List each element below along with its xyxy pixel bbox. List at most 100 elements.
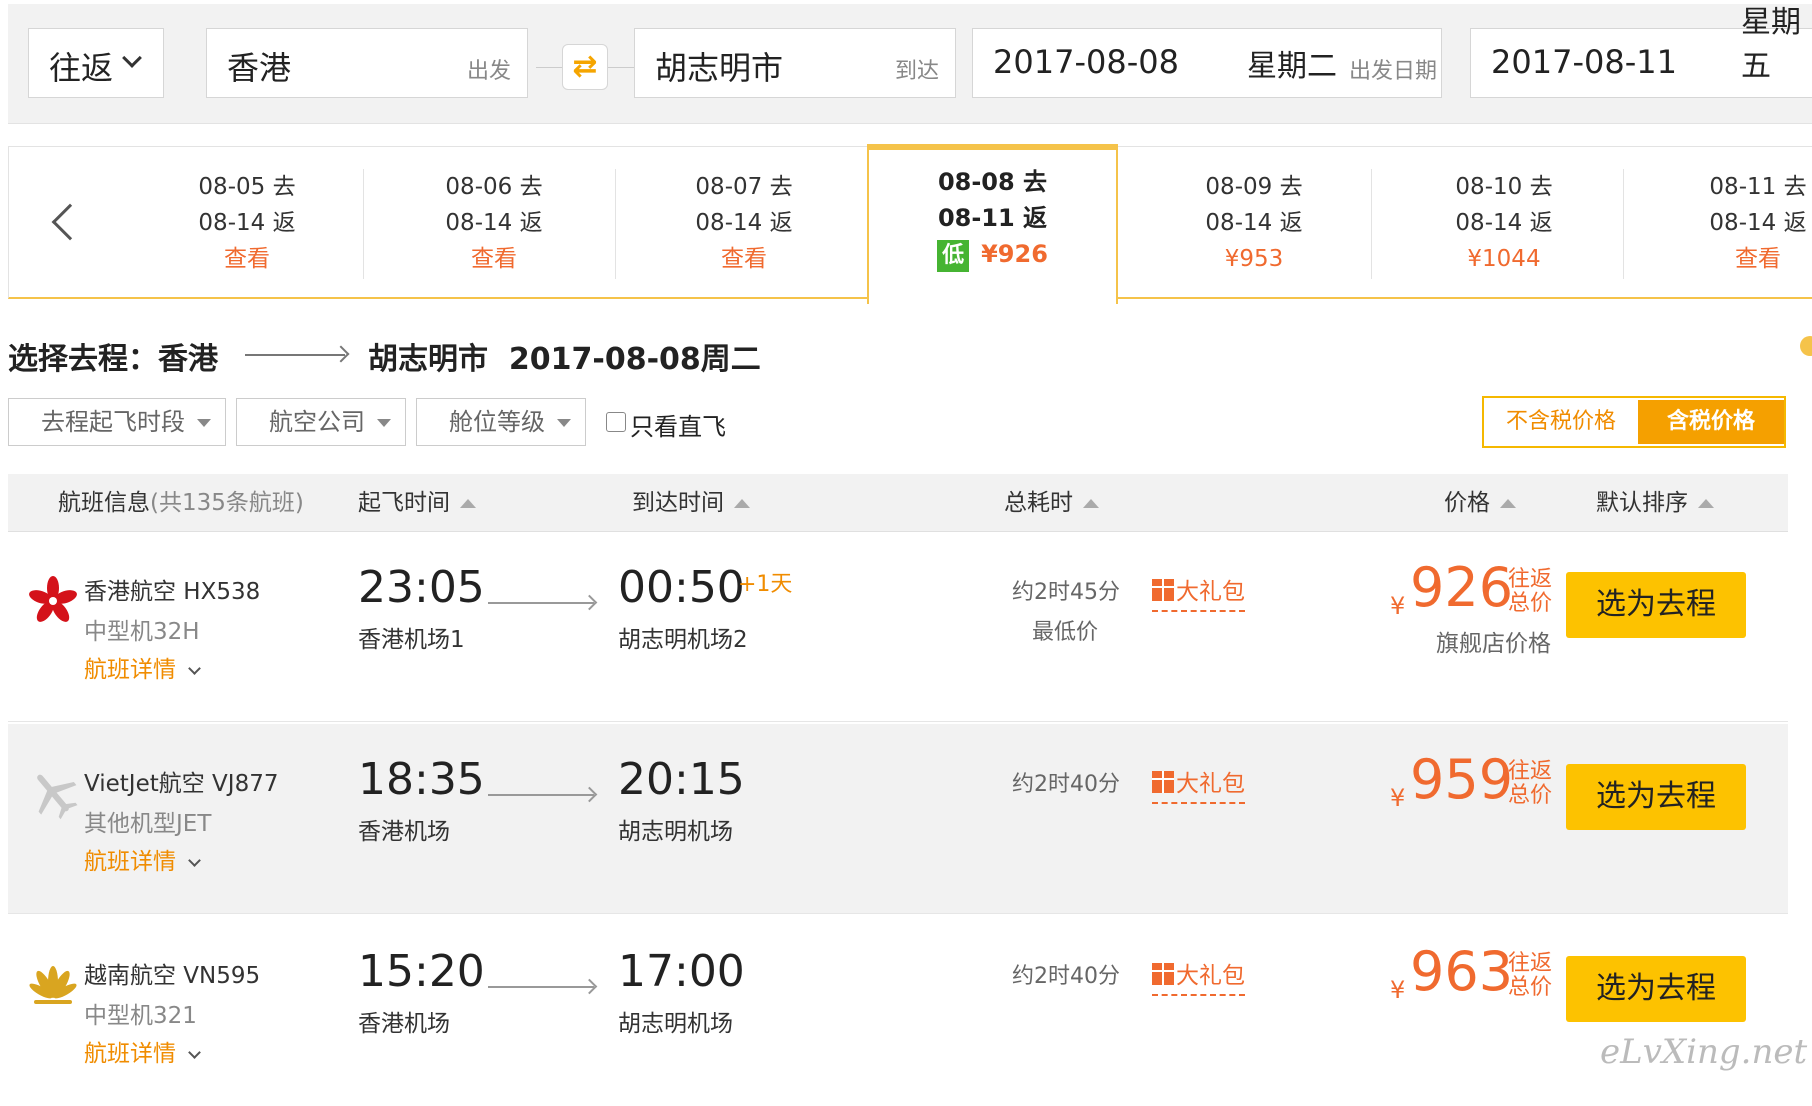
flight-detail-link[interactable]: 航班详情 <box>84 650 201 684</box>
airline-name: VietJet航空 VJ877 <box>84 771 279 797</box>
table-row: 香港航空 HX538 中型机32H 航班详情 23:05 香港机场1 00:50… <box>8 532 1788 722</box>
gift-pack-link[interactable]: 大礼包 <box>1152 572 1245 612</box>
table-header: 航班信息(共135条航班) 起飞时间 到达时间 总耗时 价格 默认排序 <box>8 474 1788 532</box>
from-city-input[interactable]: 香港 出发 <box>206 28 528 98</box>
route-from: 香港 <box>158 342 218 377</box>
lotus-logo-icon <box>29 966 77 1004</box>
date-cell-selected[interactable]: 08-08 去 08-11 返 低 ¥926 <box>867 144 1118 304</box>
currency-symbol: ¥ <box>1390 592 1406 620</box>
route-prefix: 选择去程： <box>8 342 158 377</box>
date-cell[interactable]: 08-05 去 08-14 返 查看 <box>137 147 357 300</box>
from-city-value: 香港 <box>227 49 292 87</box>
gift-pack-link[interactable]: 大礼包 <box>1152 764 1245 804</box>
sort-icon <box>734 499 750 508</box>
arrive-airport: 胡志明机场 <box>618 819 733 845</box>
tax-excluded-option[interactable]: 不含税价格 <box>1484 398 1638 446</box>
chevron-down-icon <box>122 48 142 68</box>
duration: 约2时40分 <box>1012 964 1120 989</box>
to-city-value: 胡志明市 <box>655 49 784 87</box>
depart-weekday: 星期二 <box>1247 49 1337 84</box>
flight-detail-link[interactable]: 航班详情 <box>84 842 201 876</box>
lowest-price-label: 最低价 <box>1032 620 1099 645</box>
direct-only-label[interactable]: 只看直飞 <box>630 407 726 442</box>
date-back: 08-14 返 <box>1709 210 1807 236</box>
to-city-input[interactable]: 胡志明市 到达 <box>634 28 956 98</box>
round-trip-total-tag: 往返总价 <box>1508 567 1553 616</box>
header-price[interactable]: 价格 <box>1444 474 1516 532</box>
plane-type: 中型机32H <box>84 619 200 645</box>
header-info-label: 航班信息 <box>58 490 150 516</box>
header-default-sort[interactable]: 默认排序 <box>1596 474 1714 532</box>
chevron-left-icon[interactable] <box>51 203 89 241</box>
select-outbound-button[interactable]: 选为去程 <box>1566 764 1746 830</box>
tax-included-option[interactable]: 含税价格 <box>1638 400 1784 444</box>
divider <box>615 169 616 279</box>
gift-icon <box>1152 579 1174 601</box>
to-label: 到达 <box>894 59 939 84</box>
select-outbound-button[interactable]: 选为去程 <box>1566 956 1746 1022</box>
arrive-airport: 胡志明机场 <box>618 1011 733 1037</box>
gift-label: 大礼包 <box>1176 963 1245 989</box>
currency-symbol: ¥ <box>1390 976 1406 1004</box>
date-cell[interactable]: 08-10 去 08-14 返 ¥1044 <box>1379 147 1629 300</box>
day-plus: +1天 <box>738 572 793 597</box>
depart-time: 15:20 <box>358 946 485 997</box>
swap-connector <box>536 67 562 68</box>
select-outbound-button[interactable]: 选为去程 <box>1566 572 1746 638</box>
date-value: 查看 <box>224 246 270 272</box>
flight-detail-link[interactable]: 航班详情 <box>84 1034 201 1068</box>
caret-down-icon <box>197 419 211 427</box>
header-arrive-label: 到达时间 <box>632 490 724 516</box>
header-duration[interactable]: 总耗时 <box>1004 474 1099 532</box>
date-cell[interactable]: 08-07 去 08-14 返 查看 <box>629 147 859 300</box>
depart-time: 18:35 <box>358 754 485 805</box>
time-filter-dropdown[interactable]: 去程起飞时段 <box>8 398 226 446</box>
table-row: 越南航空 VN595 中型机321 航班详情 15:20 香港机场 17:00 … <box>8 916 1788 1106</box>
header-duration-label: 总耗时 <box>1004 490 1073 516</box>
price: 926 <box>1410 556 1514 619</box>
date-cell[interactable]: 08-09 去 08-14 返 ¥953 <box>1129 147 1379 300</box>
depart-airport: 香港机场 <box>358 819 450 845</box>
depart-airport: 香港机场1 <box>358 627 465 653</box>
hong-kong-airlines-logo-icon <box>29 576 77 622</box>
duration: 约2时45分 <box>1012 580 1120 605</box>
return-date-input[interactable]: 2017-08-11 星期五 <box>1470 5 1812 98</box>
date-go: 08-07 去 <box>695 174 793 200</box>
date-back: 08-14 返 <box>445 210 543 236</box>
scroll-indicator[interactable] <box>1800 336 1812 356</box>
round-trip-total-tag: 往返总价 <box>1508 951 1553 1000</box>
airline-name: 香港航空 HX538 <box>84 579 261 605</box>
date-value: 查看 <box>1735 246 1781 272</box>
flight-detail-label: 航班详情 <box>84 657 176 683</box>
date-go: 08-05 去 <box>198 174 296 200</box>
flight-arrow-icon <box>488 602 594 604</box>
date-cell[interactable]: 08-11 去 08-14 返 查看 <box>1633 147 1812 300</box>
gift-pack-link[interactable]: 大礼包 <box>1152 956 1245 996</box>
plane-icon <box>37 774 78 820</box>
airline-filter-dropdown[interactable]: 航空公司 <box>236 398 406 446</box>
trip-type-select[interactable]: 往返 <box>28 28 164 98</box>
header-flight-info: 航班信息(共135条航班) <box>58 474 304 532</box>
date-cell[interactable]: 08-06 去 08-14 返 查看 <box>379 147 609 300</box>
divider <box>363 169 364 279</box>
arrive-time: 20:15 <box>618 754 745 805</box>
cabin-filter-dropdown[interactable]: 舱位等级 <box>416 398 586 446</box>
arrive-time: 00:50 <box>618 562 745 613</box>
flight-detail-label: 航班详情 <box>84 849 176 875</box>
direct-only-checkbox[interactable] <box>606 412 626 432</box>
swap-icon[interactable]: ⇄ <box>562 44 608 90</box>
header-arrive[interactable]: 到达时间 <box>632 474 750 532</box>
flight-count: (共135条航班) <box>150 490 304 516</box>
sort-icon <box>1083 499 1099 508</box>
gift-label: 大礼包 <box>1176 579 1245 605</box>
watermark: eLvXing.net <box>1600 1032 1808 1072</box>
duration: 约2时40分 <box>1012 772 1120 797</box>
currency-symbol: ¥ <box>1390 784 1406 812</box>
airline-name: 越南航空 VN595 <box>84 963 261 989</box>
arrive-airport: 胡志明机场2 <box>618 627 748 653</box>
price: 959 <box>1410 748 1514 811</box>
depart-date-input[interactable]: 2017-08-08 星期二 出发日期 <box>972 28 1442 98</box>
chevron-down-icon <box>188 662 201 675</box>
route-date: 2017-08-08周二 <box>508 342 761 377</box>
header-depart[interactable]: 起飞时间 <box>358 474 476 532</box>
